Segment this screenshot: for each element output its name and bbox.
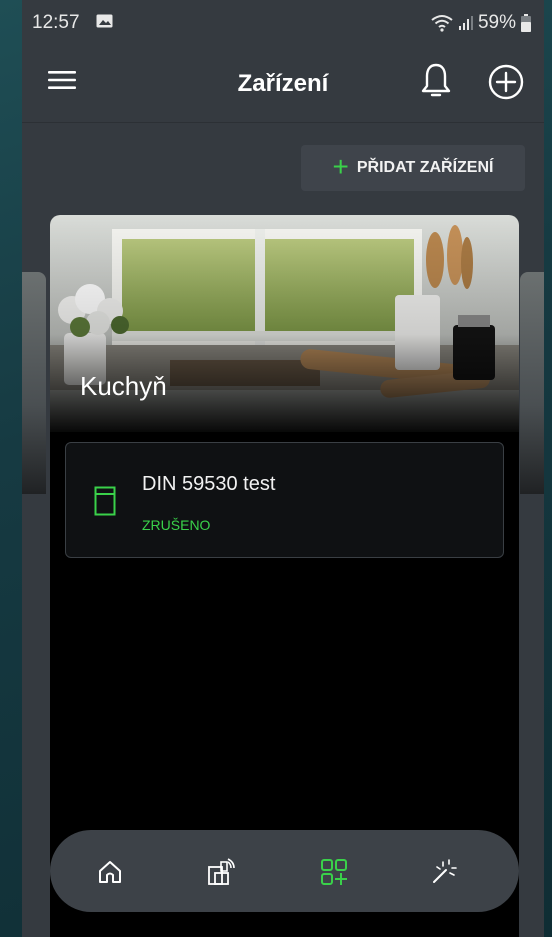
battery-percent: 59% [477, 12, 516, 33]
magic-wand-icon [433, 859, 457, 883]
bottom-navigation [50, 830, 519, 912]
room-card: Kuchyň DIN 59530 test ZRUŠENO [50, 215, 519, 937]
room-name: Kuchyň [80, 371, 167, 401]
app-bar-divider [22, 122, 544, 123]
plus-icon: + [332, 150, 349, 182]
add-group-icon [321, 859, 347, 885]
battery-icon [521, 14, 531, 32]
image-notification-icon [96, 14, 113, 28]
device-status: ZRUŠENO [142, 517, 211, 533]
device-name: DIN 59530 test [142, 473, 276, 495]
status-bar: 12:57 59% [22, 0, 544, 44]
nav-devices-add[interactable] [314, 852, 354, 892]
add-device-button[interactable]: + PŘIDAT ZAŘÍZENÍ [301, 145, 525, 191]
add-device-label: PŘIDAT ZAŘÍZENÍ [356, 159, 494, 176]
room-image: Kuchyň [50, 215, 519, 432]
signal-icon [458, 16, 473, 30]
nav-devices[interactable] [201, 852, 241, 892]
nav-automations[interactable] [424, 852, 464, 892]
next-room-card-peek[interactable] [520, 272, 544, 494]
bell-icon[interactable] [420, 62, 452, 100]
devices-icon [208, 858, 235, 885]
app-bar: Zařízení [22, 44, 544, 122]
app-screen: 12:57 59% Zařízení + PŘIDAT ZAŘÍZENÍ Kuc… [22, 0, 544, 937]
status-time: 12:57 [32, 12, 80, 33]
nav-home[interactable] [90, 852, 130, 892]
add-circle-icon[interactable] [488, 64, 524, 100]
appliance-icon [94, 486, 116, 516]
status-right: 59% [430, 12, 532, 34]
device-tile[interactable]: DIN 59530 test ZRUŠENO [65, 442, 504, 558]
home-icon [99, 861, 121, 883]
page-title: Zařízení [237, 70, 329, 97]
previous-room-card-peek[interactable] [22, 272, 46, 494]
wifi-icon [431, 15, 453, 32]
